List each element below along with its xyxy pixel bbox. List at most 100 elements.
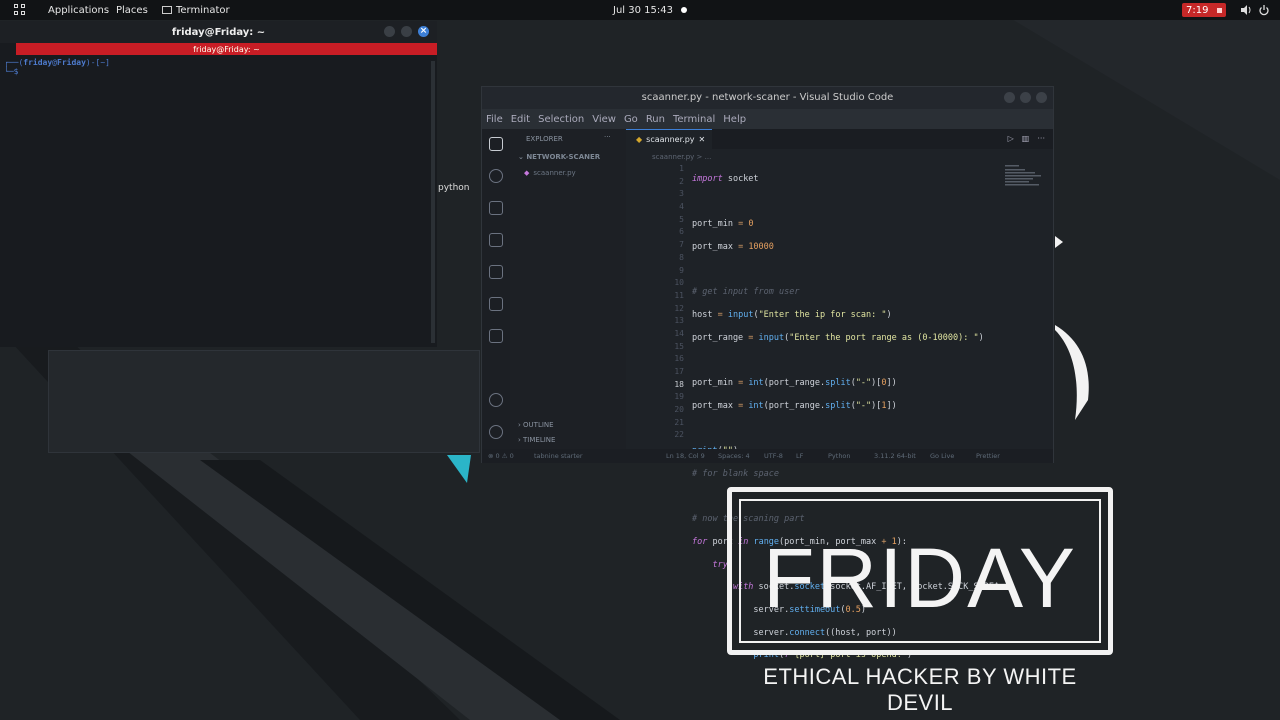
language-mode[interactable]: Python — [828, 452, 851, 460]
python-file-icon: ◆ — [524, 169, 530, 177]
prompt-host: Friday — [57, 58, 86, 67]
terminal-icon — [162, 6, 172, 14]
clock[interactable]: Jul 30 15:43 — [613, 0, 673, 20]
run-debug-icon[interactable] — [489, 233, 503, 247]
power-icon[interactable] — [1258, 4, 1270, 16]
prettier-status[interactable]: Prettier — [976, 452, 1000, 460]
code-editor[interactable]: 1 2 3 4 5 6 7 8 9 10 11 12 13 14 15 16 17 18 19 20 21 22 impo… — [626, 163, 1053, 660]
line-number: 10 — [674, 278, 684, 288]
tab-label: scaanner.py — [646, 135, 695, 144]
explorer-sidebar: EXPLORER ··· ⌄ NETWORK-SCANER ◆ scaanner.… — [510, 129, 626, 449]
line-number: 9 — [679, 265, 684, 275]
line-number: 7 — [679, 240, 684, 250]
editor-more-icon[interactable]: ··· — [1037, 134, 1045, 143]
python-file-icon: ◆ — [636, 135, 643, 144]
applications-menu[interactable]: Applications — [48, 0, 109, 20]
vscode-maximize-button[interactable] — [1020, 92, 1031, 103]
split-editor-icon[interactable]: ▥ — [1022, 134, 1030, 143]
stop-icon — [1217, 7, 1222, 13]
timeline-label: TIMELINE — [523, 436, 556, 444]
encoding-status[interactable]: UTF-8 — [764, 452, 783, 460]
active-app-menu[interactable]: Terminator — [162, 0, 230, 20]
prompt-user: friday — [23, 58, 53, 67]
explorer-icon[interactable] — [489, 137, 503, 151]
explorer-heading: EXPLORER — [526, 135, 563, 143]
outline-section[interactable]: › OUTLINE — [518, 421, 554, 429]
menu-view[interactable]: View — [592, 114, 616, 125]
terminal-tab-title: friday@Friday: ~ — [193, 44, 260, 54]
run-file-icon[interactable]: ▷ — [1008, 134, 1014, 143]
timeline-section[interactable]: › TIMELINE — [518, 436, 555, 444]
terminator-window[interactable]: friday@Friday: ~ × friday@Friday: ~ ┌──(… — [0, 21, 437, 347]
terminal-input-line[interactable]: └─$ — [4, 67, 433, 76]
close-tab-icon[interactable]: ✕ — [699, 135, 706, 144]
close-button[interactable]: × — [418, 26, 429, 37]
minimap[interactable] — [1005, 163, 1045, 203]
vscode-workbench: EXPLORER ··· ⌄ NETWORK-SCANER ◆ scaanner.… — [482, 129, 1053, 660]
terminal-scrollbar[interactable] — [431, 61, 435, 343]
line-number: 14 — [674, 328, 684, 338]
line-number: 1 — [679, 164, 684, 173]
apps-grid-icon[interactable] — [14, 4, 26, 16]
minimize-button[interactable] — [384, 26, 395, 37]
logo-title: FRIDAY — [763, 531, 1077, 625]
line-number: 20 — [674, 405, 684, 415]
line-number: 21 — [674, 417, 684, 427]
line-number: 5 — [679, 214, 684, 224]
menu-terminal[interactable]: Terminal — [673, 114, 715, 125]
line-number: 22 — [674, 430, 684, 440]
menu-file[interactable]: File — [486, 114, 503, 125]
python-interpreter[interactable]: 3.11.2 64-bit — [874, 452, 916, 460]
file-tree-item-label: scaanner.py — [533, 169, 576, 177]
tabnine-status[interactable]: tabnine starter — [534, 452, 583, 460]
line-number: 2 — [679, 176, 684, 186]
vscode-window[interactable]: scaanner.py - network-scaner - Visual St… — [481, 86, 1054, 660]
line-number: 17 — [674, 367, 684, 376]
prompt-path: [~] — [95, 58, 110, 67]
line-number: 12 — [674, 303, 684, 313]
eol-status[interactable]: LF — [796, 452, 803, 460]
menu-selection[interactable]: Selection — [538, 114, 584, 125]
top-panel: Applications Places Terminator Jul 30 15… — [0, 0, 1280, 20]
vscode-close-button[interactable] — [1036, 92, 1047, 103]
editor-tabs: ◆ scaanner.py ✕ ▷ ▥ ··· — [626, 129, 1053, 149]
line-number: 18 — [674, 379, 684, 389]
menu-run[interactable]: Run — [646, 114, 665, 125]
maximize-button[interactable] — [401, 26, 412, 37]
explorer-more-button[interactable]: ··· — [604, 133, 611, 141]
terminal-titlebar[interactable]: friday@Friday: ~ × — [0, 21, 437, 43]
menu-help[interactable]: Help — [723, 114, 746, 125]
notification-dot-icon — [681, 7, 687, 13]
account-icon[interactable] — [489, 393, 503, 407]
menu-edit[interactable]: Edit — [511, 114, 530, 125]
outline-label: OUTLINE — [523, 421, 554, 429]
testing-icon[interactable] — [489, 297, 503, 311]
file-tree-item[interactable]: ◆ scaanner.py — [524, 169, 576, 177]
search-icon[interactable] — [489, 169, 503, 183]
breadcrumb[interactable]: scaanner.py > ... — [652, 153, 711, 161]
line-number: 15 — [674, 341, 684, 351]
source-control-icon[interactable] — [489, 201, 503, 215]
remote-explorer-icon[interactable] — [489, 329, 503, 343]
menu-go[interactable]: Go — [624, 114, 638, 125]
line-number: 19 — [674, 392, 684, 402]
terminal-tab[interactable]: friday@Friday: ~ — [16, 43, 437, 55]
indentation-status[interactable]: Spaces: 4 — [718, 452, 750, 460]
problems-indicator[interactable]: ⊗ 0 ⚠ 0 — [488, 452, 514, 460]
python-label: python — [438, 183, 470, 193]
extensions-icon[interactable] — [489, 265, 503, 279]
cursor-position[interactable]: Ln 18, Col 9 — [666, 452, 705, 460]
recording-indicator[interactable]: 7:19 — [1182, 3, 1226, 17]
vscode-titlebar[interactable]: scaanner.py - network-scaner - Visual St… — [482, 87, 1053, 109]
terminal-output[interactable]: ┌──(friday@Friday)-[~] └─$ — [0, 55, 437, 79]
settings-gear-icon[interactable] — [489, 425, 503, 439]
vscode-minimize-button[interactable] — [1004, 92, 1015, 103]
line-number: 13 — [674, 316, 684, 326]
tab-scaanner[interactable]: ◆ scaanner.py ✕ — [626, 129, 712, 149]
background-window — [48, 350, 480, 453]
places-menu[interactable]: Places — [116, 0, 148, 20]
workspace-folder[interactable]: ⌄ NETWORK-SCANER — [518, 153, 600, 161]
terminal-prompt: ┌──(friday@Friday)-[~] — [4, 58, 110, 67]
go-live-button[interactable]: Go Live — [930, 452, 954, 460]
volume-icon[interactable] — [1240, 4, 1252, 16]
